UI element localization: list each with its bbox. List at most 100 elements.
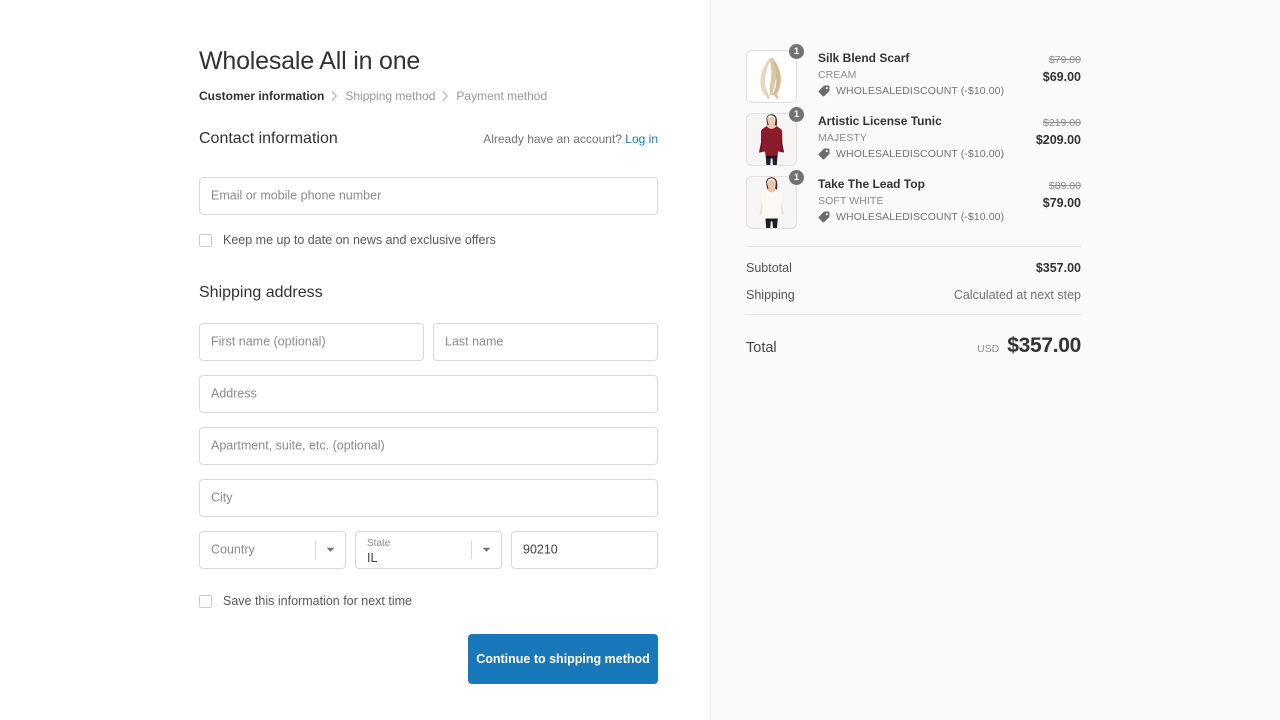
line-item-discount: WHOLESALEDISCOUNT (-$10.00) bbox=[818, 210, 1019, 224]
subtotal-row: Subtotal $357.00 bbox=[746, 260, 1081, 276]
chevron-down-icon[interactable] bbox=[480, 544, 492, 556]
address-row: Address bbox=[199, 375, 658, 413]
chevron-right-icon bbox=[331, 91, 338, 101]
total-label: Total bbox=[746, 340, 777, 356]
line-item-variant: SOFT WHITE bbox=[818, 195, 884, 207]
total-value: $357.00 bbox=[1007, 334, 1081, 357]
chevron-right-icon bbox=[442, 91, 449, 101]
first-name-field[interactable]: First name (optional) bbox=[199, 323, 424, 361]
checkout-page: Wholesale All in one Customer informatio… bbox=[0, 0, 1280, 720]
breadcrumb: Customer information Shipping method Pay… bbox=[199, 89, 658, 103]
contact-information-header: Contact information Already have an acco… bbox=[199, 129, 658, 149]
grand-total-divider bbox=[746, 314, 1081, 315]
email-field[interactable]: Email or mobile phone number bbox=[199, 177, 658, 215]
apartment-row: Apartment, suite, etc. (optional) bbox=[199, 427, 658, 465]
line-item-prices: $89.00 $79.00 bbox=[1019, 176, 1081, 211]
order-line-items: 1 Silk Blend Scarf CREAM WHOLESALEDISCOU… bbox=[746, 43, 1081, 234]
line-item-variant: CREAM bbox=[818, 69, 857, 81]
shipping-label: Shipping bbox=[746, 288, 795, 302]
subtotal-label: Subtotal bbox=[746, 261, 792, 275]
country-placeholder: Country bbox=[211, 542, 255, 557]
state-select-divider bbox=[471, 541, 472, 559]
line-item-variant: MAJESTY bbox=[818, 132, 868, 144]
take-the-lead-top-thumbnail bbox=[746, 176, 797, 229]
state-select-label: State bbox=[367, 538, 391, 549]
tag-icon bbox=[818, 211, 830, 223]
first-name-placeholder: First name (optional) bbox=[211, 334, 326, 349]
line-item-price: $69.00 bbox=[1042, 70, 1081, 84]
save-info-checkbox[interactable] bbox=[199, 595, 212, 608]
table-row: 1 Artistic License Tunic MAJESTY WHOLESA… bbox=[746, 106, 1081, 171]
last-name-placeholder: Last name bbox=[445, 334, 504, 349]
subtotal-value: $357.00 bbox=[1035, 261, 1081, 275]
line-item-title: Silk Blend Scarf bbox=[818, 51, 910, 65]
state-select[interactable]: State IL bbox=[355, 531, 502, 569]
line-item-info: Artistic License Tunic MAJESTY WHOLESALE… bbox=[818, 113, 1019, 161]
artistic-license-tunic-thumbnail bbox=[746, 113, 797, 166]
last-name-field[interactable]: Last name bbox=[433, 323, 658, 361]
tag-icon bbox=[818, 85, 830, 97]
line-item-price: $79.00 bbox=[1042, 196, 1081, 210]
chevron-down-icon[interactable] bbox=[324, 544, 336, 556]
newsletter-checkbox-row[interactable]: Keep me up to date on news and exclusive… bbox=[199, 233, 658, 248]
account-note-text: Already have an account? bbox=[483, 132, 622, 146]
line-item-discount: WHOLESALEDISCOUNT (-$10.00) bbox=[818, 84, 1019, 98]
name-row: First name (optional) Last name bbox=[199, 323, 658, 361]
summary-divider bbox=[746, 246, 1081, 247]
page-title: Wholesale All in one bbox=[199, 47, 421, 75]
line-item-price: $209.00 bbox=[1035, 133, 1081, 147]
apartment-field[interactable]: Apartment, suite, etc. (optional) bbox=[199, 427, 658, 465]
total-currency: USD bbox=[977, 343, 1000, 355]
silk-blend-scarf-thumbnail bbox=[746, 50, 797, 103]
line-item-info: Silk Blend Scarf CREAM WHOLESALEDISCOUNT… bbox=[818, 50, 1019, 98]
zip-field[interactable]: 90210 bbox=[511, 531, 658, 569]
breadcrumb-step-payment-method[interactable]: Payment method bbox=[456, 89, 547, 103]
country-select[interactable]: Country bbox=[199, 531, 346, 569]
address-field[interactable]: Address bbox=[199, 375, 658, 413]
quantity-badge: 1 bbox=[788, 106, 805, 123]
continue-button-row: Continue to shipping method bbox=[199, 634, 658, 684]
line-item-discount-text: WHOLESALEDISCOUNT (-$10.00) bbox=[836, 148, 1005, 160]
quantity-badge: 1 bbox=[788, 169, 805, 186]
newsletter-checkbox[interactable] bbox=[199, 234, 212, 247]
line-item-thumbnail-wrap: 1 bbox=[746, 169, 805, 229]
line-item-discount: WHOLESALEDISCOUNT (-$10.00) bbox=[818, 147, 1019, 161]
grand-total-row: Total USD $357.00 bbox=[746, 334, 1081, 358]
order-totals: Subtotal $357.00 Shipping Calculated at … bbox=[746, 260, 1081, 303]
email-field-placeholder: Email or mobile phone number bbox=[211, 188, 382, 203]
table-row: 1 Take The Lead Top SOFT WHITE WHOLESALE… bbox=[746, 169, 1081, 234]
line-item-original-price: $79.00 bbox=[1048, 54, 1081, 66]
checkout-form-column: Wholesale All in one Customer informatio… bbox=[0, 0, 710, 720]
country-select-divider bbox=[315, 541, 316, 559]
shipping-value: Calculated at next step bbox=[953, 288, 1081, 302]
table-row: 1 Silk Blend Scarf CREAM WHOLESALEDISCOU… bbox=[746, 43, 1081, 108]
line-item-prices: $79.00 $69.00 bbox=[1019, 50, 1081, 85]
line-item-original-price: $89.00 bbox=[1048, 180, 1081, 192]
total-amount-group: USD $357.00 bbox=[977, 334, 1081, 358]
country-state-zip-row: Country State IL 90210 bbox=[199, 531, 658, 569]
line-item-title: Take The Lead Top bbox=[818, 177, 925, 191]
shipping-address-heading: Shipping address bbox=[199, 284, 323, 301]
contact-information-heading: Contact information bbox=[199, 130, 338, 147]
address-placeholder: Address bbox=[211, 386, 257, 401]
city-field[interactable]: City bbox=[199, 479, 658, 517]
login-link[interactable]: Log in bbox=[625, 132, 658, 146]
line-item-title: Artistic License Tunic bbox=[818, 114, 942, 128]
line-item-info: Take The Lead Top SOFT WHITE WHOLESALEDI… bbox=[818, 176, 1019, 224]
save-info-checkbox-row[interactable]: Save this information for next time bbox=[199, 594, 658, 609]
line-item-thumbnail-wrap: 1 bbox=[746, 106, 805, 166]
account-note: Already have an account? Log in bbox=[483, 132, 658, 146]
line-item-discount-text: WHOLESALEDISCOUNT (-$10.00) bbox=[836, 211, 1005, 223]
zip-field-value: 90210 bbox=[523, 542, 558, 557]
apartment-placeholder: Apartment, suite, etc. (optional) bbox=[211, 438, 385, 453]
continue-to-shipping-method-button[interactable]: Continue to shipping method bbox=[468, 634, 658, 684]
breadcrumb-step-customer-information[interactable]: Customer information bbox=[199, 89, 324, 103]
line-item-discount-text: WHOLESALEDISCOUNT (-$10.00) bbox=[836, 85, 1005, 97]
save-info-checkbox-label: Save this information for next time bbox=[223, 594, 412, 608]
shipping-row: Shipping Calculated at next step bbox=[746, 287, 1081, 303]
line-item-thumbnail-wrap: 1 bbox=[746, 43, 805, 103]
order-summary-column: 1 Silk Blend Scarf CREAM WHOLESALEDISCOU… bbox=[710, 0, 1280, 720]
city-row: City bbox=[199, 479, 658, 517]
tag-icon bbox=[818, 148, 830, 160]
breadcrumb-step-shipping-method[interactable]: Shipping method bbox=[345, 89, 435, 103]
